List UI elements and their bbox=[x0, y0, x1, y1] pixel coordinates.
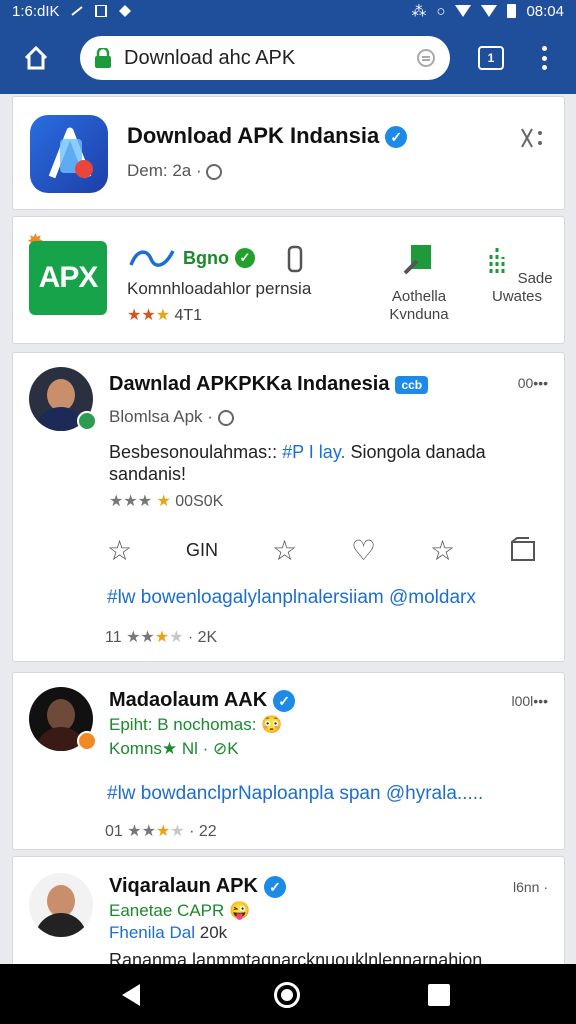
app-icon bbox=[30, 115, 108, 193]
app-title: Download APK Indansia ✓ bbox=[127, 123, 408, 149]
home-circle-icon[interactable] bbox=[274, 982, 300, 1008]
post-actions: ☆ GIN ☆ ♡ ☆ bbox=[107, 533, 537, 567]
post-meta[interactable]: l00l••• bbox=[512, 693, 549, 709]
app-header-card[interactable]: Download APK Indansia ✓ Dem: 2a · bbox=[12, 96, 565, 210]
action-item-1[interactable]: Aothella Kvnduna bbox=[379, 243, 459, 324]
hashtag-line[interactable]: #lw bowdanclprNaploanpla span @hyrala...… bbox=[107, 783, 483, 805]
post-info: Fhenila Dal 20k bbox=[109, 923, 228, 942]
reaction-count: 01 ★★★★ · 22 bbox=[105, 823, 217, 840]
signal-icon bbox=[481, 5, 498, 17]
post-card[interactable]: Dawnlad APKPKKa Indanesia ccb 00••• Bloml… bbox=[12, 352, 565, 662]
online-badge-icon bbox=[77, 411, 97, 431]
hashtag-line[interactable]: #lw bowenloagalylanplnalersiiam @moldarx bbox=[107, 587, 476, 609]
reaction-count: 11 ★★★★ · 2K bbox=[105, 629, 218, 646]
wifi-icon bbox=[455, 5, 472, 17]
post-meta[interactable]: 00••• bbox=[518, 375, 548, 391]
location-icon bbox=[118, 5, 131, 17]
action-label[interactable]: GIN bbox=[186, 540, 218, 561]
system-nav-bar bbox=[0, 964, 576, 1024]
more-menu-icon[interactable] bbox=[536, 42, 552, 74]
status-time-right: 08:04 bbox=[526, 2, 564, 20]
apk-logo: APX bbox=[29, 241, 107, 315]
avatar[interactable] bbox=[29, 873, 93, 937]
verified-icon: ✓ bbox=[385, 126, 408, 149]
home-icon bbox=[24, 45, 48, 70]
browser-toolbar: Download ahc APK 1 bbox=[0, 22, 576, 94]
globe-icon bbox=[217, 409, 234, 426]
share-box-icon[interactable] bbox=[509, 537, 537, 563]
alarm-icon: ○ bbox=[436, 2, 446, 20]
home-button[interactable] bbox=[0, 22, 72, 94]
verified-icon: ✓ bbox=[273, 689, 296, 712]
bluetooth-icon: ⁂ bbox=[411, 3, 427, 20]
bookmark-action[interactable] bbox=[267, 243, 323, 288]
recents-icon[interactable] bbox=[428, 984, 450, 1006]
bottle-icon bbox=[287, 245, 303, 273]
lock-icon bbox=[95, 48, 111, 68]
featured-app-card[interactable]: ✸ APX Bgno ✓ Komnhloadahlor pernsia ★★★ … bbox=[12, 216, 565, 344]
star-icon[interactable]: ☆ bbox=[107, 534, 132, 567]
brand-icon bbox=[129, 250, 175, 267]
url-bar[interactable]: Download ahc APK bbox=[80, 36, 450, 80]
post-rating: ★★★ ★ 00S0K bbox=[109, 493, 224, 510]
update-icon bbox=[489, 247, 505, 273]
star-icon[interactable]: ☆ bbox=[272, 534, 297, 567]
status-bar: 1:6:dIK ⁂ ○ 08:04 bbox=[0, 0, 576, 22]
verified-icon: ✓ bbox=[263, 875, 286, 898]
app-subtitle: Dem: 2a · bbox=[127, 161, 223, 181]
post-title: Madaolaum AAK ✓ bbox=[109, 689, 296, 712]
battery-icon bbox=[507, 4, 517, 18]
verified-green-icon: ✓ bbox=[234, 248, 255, 268]
post-card[interactable]: Madaolaum AAK ✓ l00l••• Epiht: B nochomas… bbox=[12, 672, 565, 850]
heart-icon[interactable]: ♡ bbox=[351, 534, 376, 567]
post-meta[interactable]: l6nn · bbox=[513, 879, 548, 895]
post-info: Komns★ Nl · ⊘K bbox=[109, 739, 239, 758]
notification-icon bbox=[94, 5, 107, 17]
featured-app-rating: ★★★ 4Τ1 bbox=[127, 307, 203, 324]
post-subtitle: Blomlsa Apk · bbox=[109, 407, 234, 427]
post-subtitle: Eanetae CAPR 😜 bbox=[109, 901, 251, 920]
link-icon bbox=[70, 6, 83, 16]
status-time-left: 1:6:dIK bbox=[12, 2, 60, 20]
post-title: Viqaralaun APK ✓ bbox=[109, 875, 286, 898]
reader-icon[interactable] bbox=[416, 48, 436, 68]
post-subtitle: Epiht: B nochomas: 😳 bbox=[109, 715, 283, 734]
url-text: Download ahc APK bbox=[124, 46, 296, 69]
platform-badge: ccb bbox=[395, 375, 429, 394]
post-body: Besbesonoulahmas:: #P I lay. Siongola da… bbox=[109, 442, 486, 484]
star-icon[interactable]: ☆ bbox=[430, 534, 455, 567]
tab-count: 1 bbox=[487, 51, 495, 65]
install-icon bbox=[403, 245, 431, 275]
share-icon[interactable] bbox=[520, 127, 546, 149]
post-hashtag[interactable]: #P I lay. bbox=[282, 442, 345, 462]
post-title: Dawnlad APKPKKa Indanesia ccb bbox=[109, 373, 429, 396]
badge-icon bbox=[77, 731, 97, 751]
back-icon[interactable] bbox=[122, 984, 140, 1006]
post-card[interactable]: Viqaralaun APK ✓ l6nn · Eanetae CAPR 😜 Fh… bbox=[12, 856, 565, 976]
globe-icon bbox=[206, 163, 223, 180]
action-item-2[interactable]: Sade Uwates bbox=[477, 243, 557, 306]
tab-switcher-button[interactable]: 1 bbox=[478, 46, 504, 70]
